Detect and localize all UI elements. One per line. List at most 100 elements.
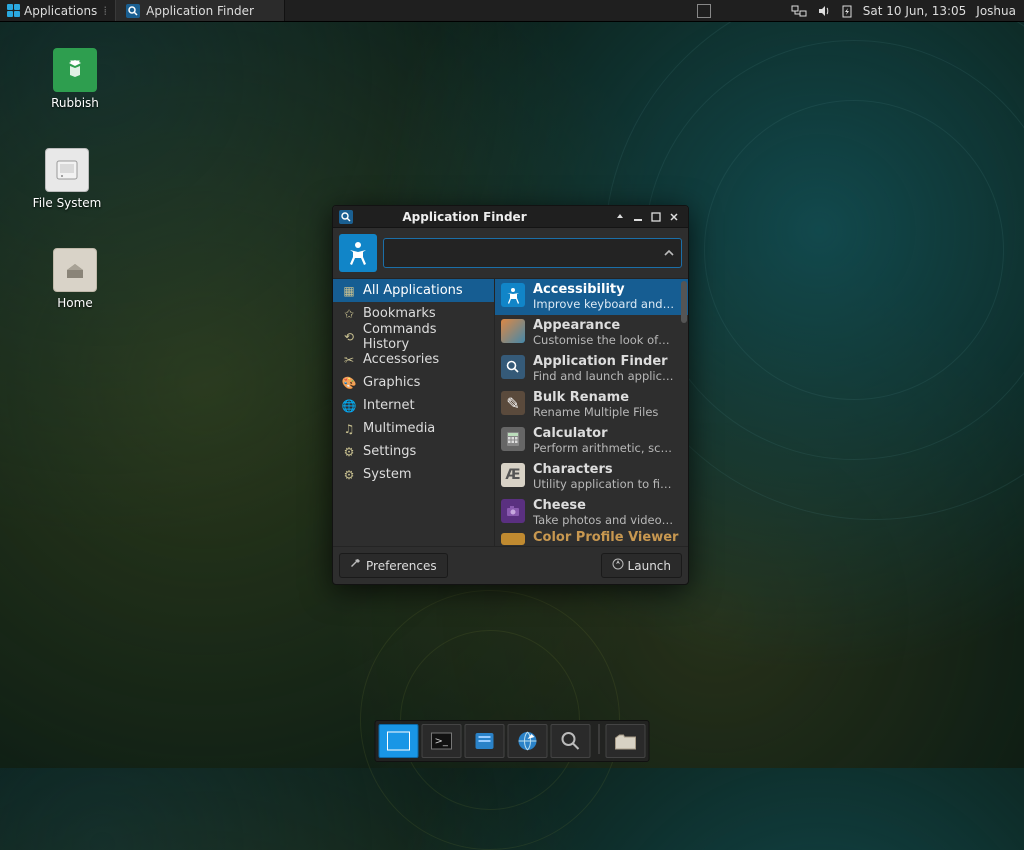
dock-show-desktop[interactable] [379,724,419,758]
app-title: Cheese [533,499,673,513]
app-icon: ✎ [501,391,525,415]
top-panel: Applications ⁞ Application Finder Sat 10… [0,0,1024,22]
taskbar-button-appfinder[interactable]: Application Finder [115,0,285,21]
app-description: Perform arithmetic, sc… [533,441,672,455]
category-label: All Applications [363,283,463,298]
history-icon: ⟲ [341,329,357,345]
app-icon [501,499,525,523]
home-folder-icon [53,248,97,292]
search-field-container [383,238,682,268]
category-internet[interactable]: 🌐 Internet [333,394,494,417]
category-system[interactable]: ⚙ System [333,463,494,486]
globe-icon: 🌐 [341,398,357,414]
category-commands-history[interactable]: ⟲Commands History [333,325,494,348]
window-close-button[interactable] [666,209,682,225]
category-label: Internet [363,398,415,413]
app-title: Calculator [533,427,672,441]
wrench-icon [350,558,362,573]
app-item-bulk-rename[interactable]: ✎ Bulk RenameRename Multiple Files [495,387,688,423]
search-input[interactable] [390,239,663,267]
app-icon [501,355,525,379]
app-title: Accessibility [533,283,674,297]
chevron-up-icon[interactable] [663,244,675,263]
desktop-icon-filesystem[interactable]: File System [22,148,112,210]
app-description: Rename Multiple Files [533,405,658,419]
category-label: Multimedia [363,421,435,436]
app-description: Improve keyboard and… [533,297,674,311]
app-icon [501,427,525,451]
preferences-button[interactable]: Preferences [339,553,448,578]
category-label: Bookmarks [363,306,436,321]
application-list: AccessibilityImprove keyboard and… Appea… [495,279,688,546]
scrollbar[interactable] [680,279,688,546]
app-item-color-profile-viewer[interactable]: Color Profile Viewer [495,531,688,545]
dock-separator [596,724,603,758]
power-icon[interactable] [841,4,853,18]
window-maximize-button[interactable] [648,209,664,225]
network-icon[interactable] [791,4,807,18]
app-item-characters[interactable]: Æ CharactersUtility application to fi… [495,459,688,495]
app-title: Appearance [533,319,670,333]
scrollbar-thumb[interactable] [681,281,687,323]
desktop-icon-home[interactable]: Home [30,248,120,310]
taskbar-button-label: Application Finder [146,4,254,18]
app-item-appearance[interactable]: AppearanceCustomise the look of… [495,315,688,351]
app-description: Take photos and video… [533,513,673,527]
clock[interactable]: Sat 10 Jun, 13:05 [863,4,967,18]
grid-icon: ▦ [341,283,357,299]
app-title: Characters [533,463,672,477]
dock: >_ [375,720,650,762]
accessibility-icon [339,234,377,272]
desktop-icon-rubbish[interactable]: Rubbish [30,48,120,110]
app-description: Utility application to fi… [533,477,672,491]
dock-appfinder[interactable] [551,724,591,758]
gear-icon: ⚙ [341,467,357,483]
category-label: System [363,467,411,482]
category-label: Commands History [363,322,486,352]
star-icon: ✩ [341,306,357,322]
category-list: ▦All Applications ✩Bookmarks ⟲Commands H… [333,279,495,546]
launch-icon [612,558,624,573]
media-icon: ♫ [341,421,357,437]
dock-terminal[interactable]: >_ [422,724,462,758]
desktop-icon-label: Rubbish [30,96,120,110]
category-label: Graphics [363,375,420,390]
category-graphics[interactable]: 🎨 Graphics [333,371,494,394]
app-title: Application Finder [533,355,673,369]
window-shade-button[interactable] [612,209,628,225]
category-label: Accessories [363,352,439,367]
app-item-calculator[interactable]: CalculatorPerform arithmetic, sc… [495,423,688,459]
app-item-accessibility[interactable]: AccessibilityImprove keyboard and… [495,279,688,315]
palette-icon: 🎨 [341,375,357,391]
tools-icon: ✂ [341,352,357,368]
category-settings[interactable]: ⚙Settings [333,440,494,463]
category-label: Settings [363,444,416,459]
category-multimedia[interactable]: ♫ Multimedia [333,417,494,440]
content-area: ▦All Applications ✩Bookmarks ⟲Commands H… [333,278,688,547]
dock-files[interactable] [465,724,505,758]
app-item-application-finder[interactable]: Application FinderFind and launch applic… [495,351,688,387]
window-minimize-button[interactable] [630,209,646,225]
app-description: Find and launch applic… [533,369,673,383]
dock-home-folder[interactable] [606,724,646,758]
workspace-switcher[interactable] [697,4,711,18]
user-label[interactable]: Joshua [976,4,1016,18]
search-row [333,228,688,278]
volume-icon[interactable] [817,4,831,18]
app-icon [501,533,525,545]
drive-icon [45,148,89,192]
app-icon [501,283,525,307]
launch-button[interactable]: Launch [601,553,682,578]
dock-web-browser[interactable] [508,724,548,758]
category-all-applications[interactable]: ▦ All Applications [333,279,494,302]
search-icon [126,4,140,18]
applications-menu-label: Applications [24,4,97,18]
window-title: Application Finder [319,210,610,224]
desktop-icon-label: Home [30,296,120,310]
applications-menu-button[interactable]: Applications ⁞ [0,0,115,21]
xfce-logo-icon [6,4,20,18]
titlebar[interactable]: Application Finder [333,206,688,228]
svg-text:>_: >_ [435,736,449,747]
trash-icon [53,48,97,92]
app-item-cheese[interactable]: CheeseTake photos and video… [495,495,688,531]
